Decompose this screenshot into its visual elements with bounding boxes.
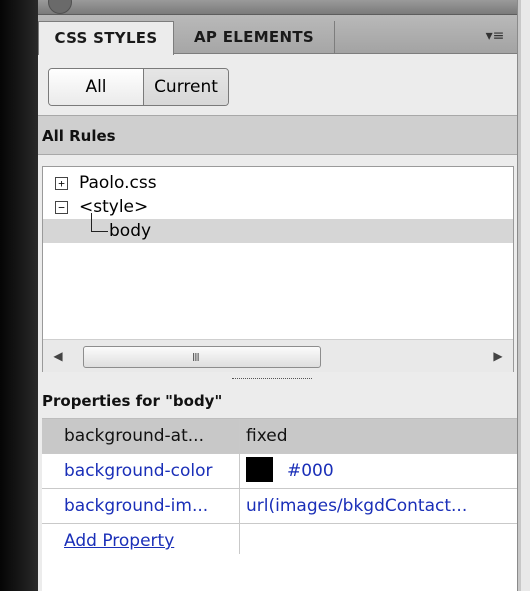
collapse-minus-icon[interactable]: − (55, 201, 68, 214)
right-edge-track (521, 0, 530, 591)
property-name[interactable]: background-color (42, 454, 240, 488)
scrollbar-grip-icon: III (192, 351, 200, 364)
left-background-strip (0, 0, 38, 591)
scroll-right-arrow-icon[interactable]: ▶ (483, 340, 513, 372)
panel-tab-bar: CSS STYLES AP ELEMENTS ▾≡ (38, 15, 517, 55)
empty-value-cell (241, 524, 517, 558)
color-swatch[interactable] (246, 457, 273, 482)
rules-horizontal-scrollbar[interactable]: ◀ III ▶ (43, 339, 513, 372)
property-row[interactable]: background-color #000 (42, 454, 517, 489)
scroll-left-arrow-icon[interactable]: ◀ (43, 340, 73, 372)
property-value[interactable]: fixed (241, 419, 517, 453)
tree-item-style[interactable]: − <style> (43, 195, 513, 219)
panel-options-menu-icon[interactable]: ▾≡ (483, 25, 507, 47)
current-mode-button[interactable]: Current (144, 69, 228, 105)
tree-connector-line (91, 213, 108, 232)
properties-table: background-at... fixed background-color … (42, 418, 517, 559)
panel-top-icon (48, 0, 72, 14)
right-edge-scrollbar[interactable] (517, 0, 530, 591)
add-property-link[interactable]: Add Property (64, 531, 174, 551)
add-property-cell: Add Property (42, 524, 240, 558)
all-rules-header: All Rules (38, 115, 517, 155)
all-mode-button[interactable]: All (49, 69, 144, 105)
mode-toggle: All Current (48, 68, 229, 106)
tree-item-label: <style> (79, 197, 149, 217)
splitter-grip-icon (232, 378, 312, 381)
panel-top-bar (38, 0, 517, 15)
property-value[interactable]: url(images/bkgdContact... (241, 489, 517, 523)
tree-item-label: Paolo.css (79, 173, 157, 193)
tab-ap-elements[interactable]: AP ELEMENTS (174, 21, 335, 53)
tree-item-label: body (109, 221, 152, 241)
expand-plus-icon[interactable]: + (55, 177, 68, 190)
tree-item-body[interactable]: body (43, 213, 513, 243)
properties-empty-area (42, 554, 517, 591)
property-row[interactable]: background-im... url(images/bkgdContact.… (42, 489, 517, 524)
tree-item-paolo-css[interactable]: + Paolo.css (43, 171, 513, 195)
property-name[interactable]: background-im... (42, 489, 240, 523)
property-name[interactable]: background-at... (42, 419, 240, 453)
property-row[interactable]: background-at... fixed (42, 419, 517, 454)
property-value-cell[interactable]: #000 (241, 454, 517, 488)
rules-tree: + Paolo.css − <style> body ◀ III ▶ (42, 166, 514, 372)
css-styles-panel: CSS STYLES AP ELEMENTS ▾≡ All Current Al… (38, 0, 517, 591)
properties-header: Properties for "body" (38, 386, 517, 416)
tab-css-styles[interactable]: CSS STYLES (38, 21, 174, 55)
scrollbar-thumb[interactable]: III (83, 346, 321, 368)
property-value: #000 (287, 461, 334, 481)
